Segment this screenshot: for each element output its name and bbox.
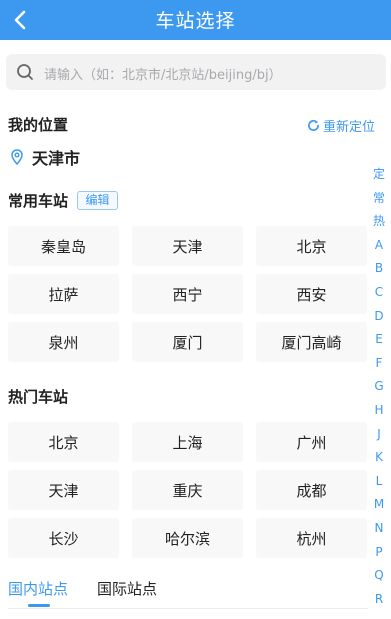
hot-station-item[interactable]: 杭州 — [256, 518, 367, 558]
common-station-item[interactable]: 西宁 — [132, 274, 243, 314]
index-letter[interactable]: D — [367, 305, 391, 329]
index-letter[interactable]: M — [367, 493, 391, 517]
station-tabs: 国内站点 国际站点 — [8, 578, 368, 609]
location-pin-icon — [11, 149, 23, 165]
index-letter[interactable]: 常 — [367, 187, 391, 211]
common-station-item[interactable]: 西安 — [256, 274, 367, 314]
index-letter[interactable]: J — [367, 423, 391, 447]
alphabet-index: 定 常 热 A B C D E F G H J K L M N P Q R — [367, 163, 391, 611]
hot-station-item[interactable]: 北京 — [8, 422, 119, 462]
index-letter[interactable]: A — [367, 234, 391, 258]
index-letter[interactable]: 热 — [367, 210, 391, 234]
current-city: 天津市 — [32, 149, 81, 168]
index-letter[interactable]: 定 — [367, 163, 391, 187]
tabs-divider — [8, 608, 368, 609]
index-letter[interactable]: H — [367, 399, 391, 423]
common-stations-grid: 秦皇岛 天津 北京 拉萨 西宁 西安 泉州 厦门 厦门高崎 — [8, 226, 367, 362]
index-letter[interactable]: N — [367, 517, 391, 541]
common-stations-title: 常用车站 — [8, 192, 69, 210]
index-letter[interactable]: G — [367, 375, 391, 399]
hot-station-item[interactable]: 上海 — [132, 422, 243, 462]
index-letter[interactable]: Q — [367, 564, 391, 588]
tab-international[interactable]: 国际站点 — [97, 578, 157, 599]
my-location-title: 我的位置 — [8, 116, 69, 134]
common-station-item[interactable]: 拉萨 — [8, 274, 119, 314]
hot-station-item[interactable]: 广州 — [256, 422, 367, 462]
active-tab-indicator — [28, 604, 50, 607]
common-station-item[interactable]: 泉州 — [8, 322, 119, 362]
common-station-item[interactable]: 秦皇岛 — [8, 226, 119, 266]
hot-station-item[interactable]: 天津 — [8, 470, 119, 510]
index-letter[interactable]: R — [367, 588, 391, 612]
relocate-label: 重新定位 — [322, 120, 375, 135]
hot-stations-grid: 北京 上海 广州 天津 重庆 成都 长沙 哈尔滨 杭州 — [8, 422, 367, 558]
search-placeholder: 请输入（如：北京市/北京站/beijing/bj） — [44, 68, 282, 83]
common-station-item[interactable]: 北京 — [256, 226, 367, 266]
index-letter[interactable]: K — [367, 446, 391, 470]
page-title: 车站选择 — [155, 10, 236, 32]
index-letter[interactable]: B — [367, 257, 391, 281]
common-station-item[interactable]: 厦门高崎 — [256, 322, 367, 362]
tab-domestic[interactable]: 国内站点 — [8, 578, 68, 599]
common-station-item[interactable]: 天津 — [132, 226, 243, 266]
hot-stations-title: 热门车站 — [8, 388, 69, 406]
index-letter[interactable]: C — [367, 281, 391, 305]
search-input[interactable]: 请输入（如：北京市/北京站/beijing/bj） — [6, 54, 386, 90]
relocate-button[interactable]: 重新定位 — [307, 116, 375, 135]
hot-station-item[interactable]: 重庆 — [132, 470, 243, 510]
edit-button[interactable]: 编辑 — [77, 191, 118, 210]
refresh-icon — [308, 120, 319, 131]
index-letter[interactable]: E — [367, 328, 391, 352]
hot-station-item[interactable]: 哈尔滨 — [132, 518, 243, 558]
index-letter[interactable]: L — [367, 470, 391, 494]
header-bar: 车站选择 — [0, 0, 391, 40]
hot-station-item[interactable]: 长沙 — [8, 518, 119, 558]
index-letter[interactable]: F — [367, 352, 391, 376]
search-icon — [17, 64, 33, 80]
index-letter[interactable]: P — [367, 541, 391, 565]
current-location[interactable]: 天津市 — [10, 145, 80, 169]
common-station-item[interactable]: 厦门 — [132, 322, 243, 362]
hot-station-item[interactable]: 成都 — [256, 470, 367, 510]
